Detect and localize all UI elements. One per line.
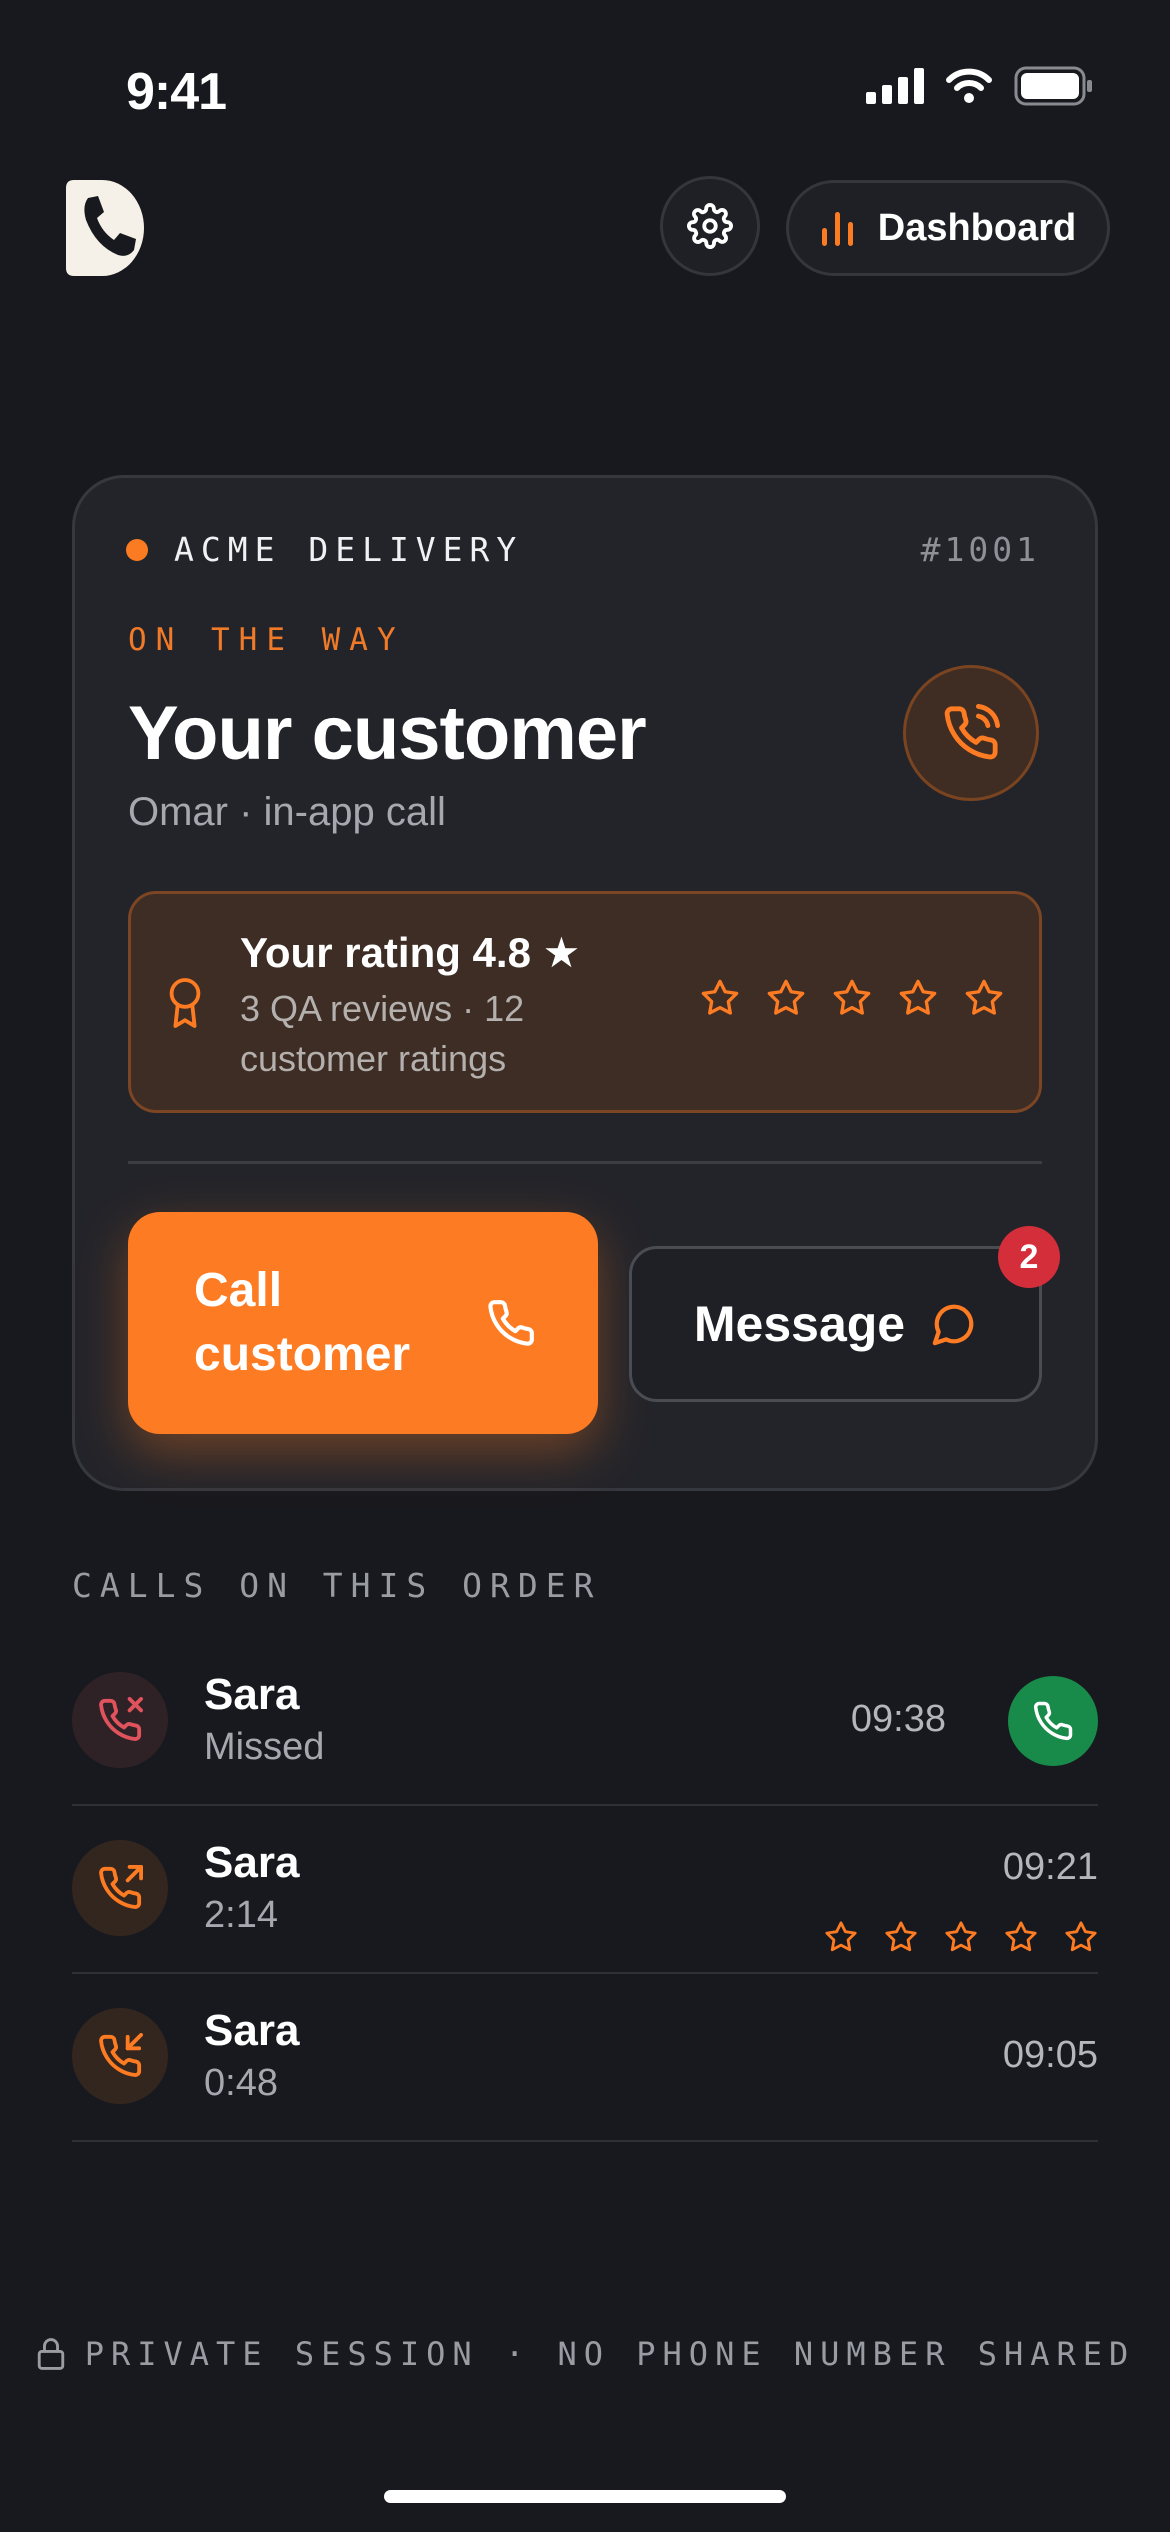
- privacy-text: PRIVATE SESSION · NO PHONE NUMBER SHARED: [84, 2335, 1136, 2373]
- message-button[interactable]: Message: [629, 1246, 1042, 1402]
- card-divider: [128, 1161, 1042, 1164]
- gear-icon: [687, 203, 733, 249]
- star-icon: [964, 978, 1004, 1018]
- signal-icon: [866, 68, 924, 104]
- call-customer-label: Call customer: [194, 1264, 411, 1381]
- settings-button[interactable]: [660, 176, 760, 276]
- star-icon: [832, 978, 872, 1018]
- call-row-missed[interactable]: Sara Missed 09:38: [72, 1638, 1098, 1806]
- home-indicator[interactable]: [384, 2490, 786, 2503]
- status-time: 9:41: [126, 63, 227, 121]
- dashboard-button[interactable]: Dashboard: [786, 180, 1110, 276]
- star-icon: [700, 978, 740, 1018]
- star-icon[interactable]: [884, 1920, 918, 1954]
- rating-title: Your rating 4.8 ★: [240, 929, 581, 976]
- card-title: Your customer: [128, 691, 647, 776]
- phone-logo-icon: [66, 180, 144, 276]
- brand-row: ACME DELIVERY: [126, 530, 523, 569]
- call-row-incoming[interactable]: Sara 0:48 09:05: [72, 1974, 1098, 2142]
- rating-stars: [700, 978, 1004, 1018]
- wifi-icon: [946, 68, 992, 103]
- app-logo: [66, 180, 150, 276]
- phone-incoming-icon: [72, 2008, 168, 2104]
- call-duration: 0:48: [204, 2062, 278, 2104]
- dashboard-label: Dashboard: [877, 206, 1077, 249]
- star-icon: [898, 978, 938, 1018]
- call-time: 09:05: [1002, 2034, 1098, 2076]
- phone-icon: [488, 1300, 534, 1346]
- bar-chart-icon: [821, 212, 853, 246]
- brand-name: ACME DELIVERY: [174, 530, 524, 569]
- phone-missed-icon: [72, 1672, 168, 1768]
- card-subtitle: Omar · in-app call: [128, 790, 446, 834]
- star-icon: [766, 978, 806, 1018]
- calls-section-label: CALLS ON THIS ORDER: [72, 1566, 602, 1605]
- privacy-footer: PRIVATE SESSION · NO PHONE NUMBER SHARED: [0, 2335, 1170, 2373]
- battery-icon: [1014, 66, 1092, 106]
- unread-badge: 2: [998, 1226, 1060, 1288]
- chat-bubble-icon: [932, 1304, 974, 1346]
- star-icon[interactable]: [944, 1920, 978, 1954]
- call-rating-stars[interactable]: [824, 1920, 1098, 1954]
- caller-name: Sara: [204, 1670, 300, 1719]
- call-customer-button[interactable]: Call customer: [128, 1212, 598, 1434]
- order-status: ON THE WAY: [128, 622, 405, 658]
- lock-icon: [37, 2338, 64, 2370]
- rating-subtitle: 3 QA reviews · 12 customer ratings: [240, 988, 525, 1079]
- phone-outgoing-icon: [72, 1840, 168, 1936]
- star-icon[interactable]: [824, 1920, 858, 1954]
- order-id: #1001: [920, 530, 1040, 569]
- status-icons: [866, 66, 1094, 106]
- live-dot: [126, 538, 148, 561]
- phone-call-icon: [944, 704, 1000, 760]
- award-icon: [162, 975, 208, 1036]
- call-duration: 2:14: [204, 1894, 278, 1936]
- call-detail: Missed: [204, 1726, 325, 1768]
- call-row-outgoing[interactable]: Sara 2:14 09:21: [72, 1806, 1098, 1974]
- caller-name: Sara: [204, 2006, 300, 2055]
- call-time: 09:21: [1002, 1846, 1098, 1888]
- message-label: Message: [693, 1296, 906, 1352]
- phone-icon: [1033, 1701, 1073, 1741]
- star-icon[interactable]: [1064, 1920, 1098, 1954]
- call-time: 09:38: [850, 1698, 946, 1740]
- caller-name: Sara: [204, 1838, 300, 1887]
- call-back-button[interactable]: [1008, 1676, 1098, 1766]
- star-icon[interactable]: [1004, 1920, 1038, 1954]
- active-call-indicator: [903, 665, 1039, 801]
